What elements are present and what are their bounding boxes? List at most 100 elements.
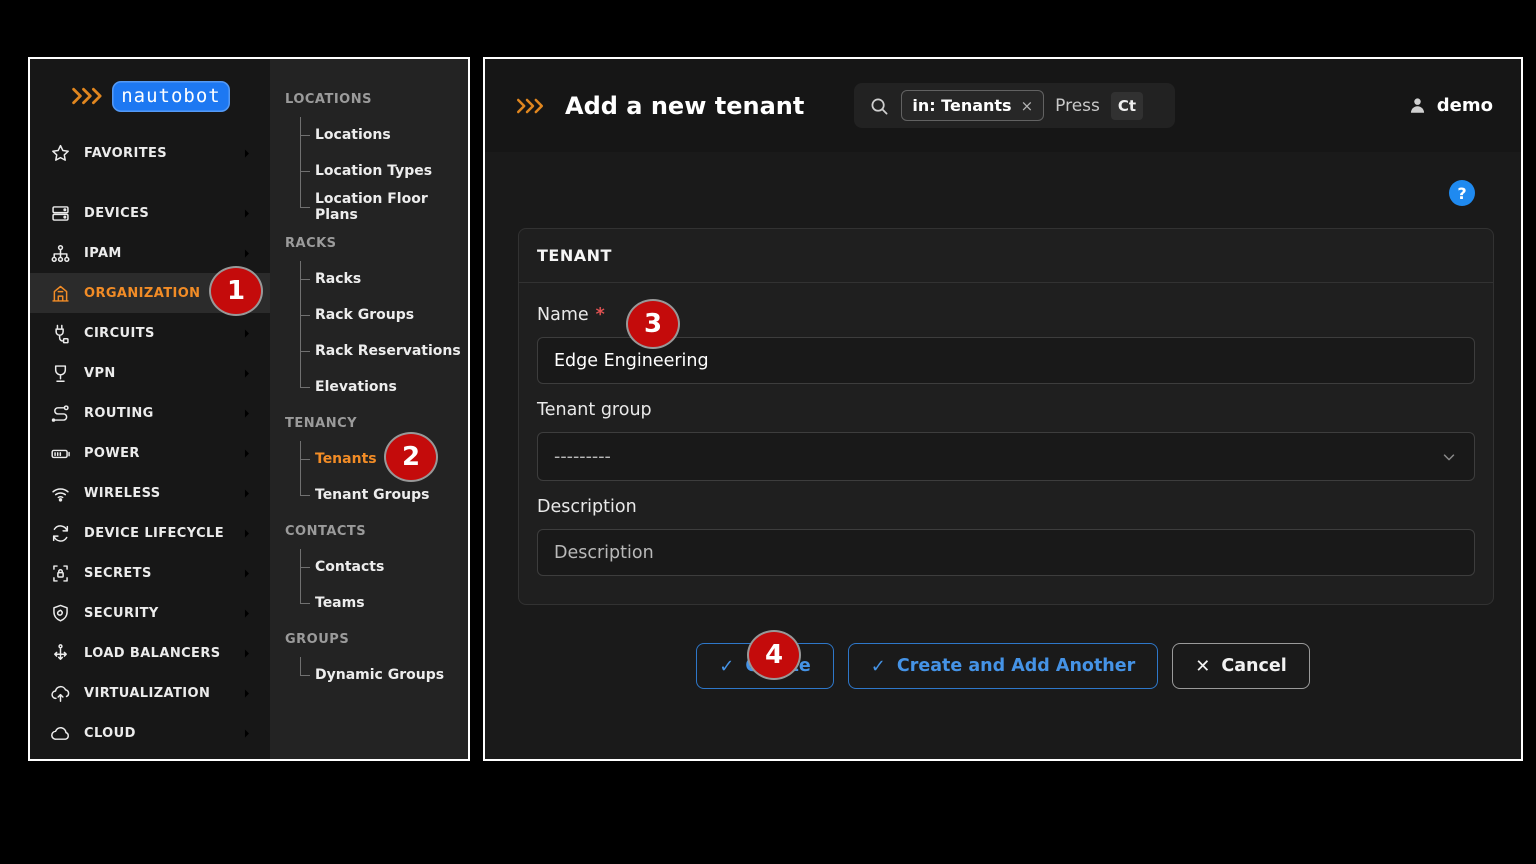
tenant-group-select[interactable]: --------- — [537, 432, 1475, 481]
submenu-section-contacts: CONTACTS — [270, 513, 468, 549]
submenu-section-locations: LOCATIONS — [270, 81, 468, 117]
keyboard-shortcut-badge: Ct — [1111, 92, 1143, 120]
required-asterisk: * — [596, 305, 605, 325]
submenu-item-elevations[interactable]: Elevations — [270, 369, 468, 405]
sidebar-item-circuits[interactable]: CIRCUITS — [30, 313, 270, 353]
organization-submenu: LOCATIONS Locations Location Types Locat… — [270, 59, 468, 759]
annotation-badge-2: 2 — [384, 432, 438, 482]
submenu-item-teams[interactable]: Teams — [270, 585, 468, 621]
chevron-right-icon — [239, 486, 254, 501]
sidebar-item-device-lifecycle[interactable]: DEVICE LIFECYCLE — [30, 513, 270, 553]
chip-label: in: Tenants — [912, 96, 1011, 115]
person-icon — [1407, 95, 1428, 116]
chevron-right-icon — [239, 566, 254, 581]
submenu-item-contacts[interactable]: Contacts — [270, 549, 468, 585]
top-bar: Add a new tenant in: Tenants × Press Ct … — [485, 59, 1521, 152]
chevron-right-icon — [239, 526, 254, 541]
x-icon: ✕ — [1195, 656, 1210, 677]
cloud-upload-icon — [50, 683, 71, 704]
search-filter-chip[interactable]: in: Tenants × — [901, 90, 1044, 121]
sidebar: nautobot FAVORITES DEVICES IPAM ORGANIZA… — [30, 59, 270, 759]
arrows-cross-icon — [50, 643, 71, 664]
check-icon: ✓ — [719, 656, 734, 677]
form-actions: ✓ Create ✓ Create and Add Another ✕ Canc… — [485, 643, 1521, 689]
chevron-right-icon — [239, 406, 254, 421]
annotation-badge-3: 3 — [626, 299, 680, 349]
annotation-badge-4: 4 — [747, 630, 801, 680]
search-icon — [868, 95, 890, 117]
sidebar-item-power[interactable]: POWER — [30, 433, 270, 473]
sidebar-item-routing[interactable]: ROUTING — [30, 393, 270, 433]
sidebar-item-cloud[interactable]: CLOUD — [30, 713, 270, 753]
name-input[interactable] — [537, 337, 1475, 384]
sidebar-item-devices[interactable]: DEVICES — [30, 193, 270, 233]
user-menu[interactable]: demo — [1407, 95, 1493, 116]
chevron-right-icon — [239, 326, 254, 341]
form-page: ? TENANT Name * Tenant group --------- D… — [485, 152, 1521, 759]
sidebar-item-secrets[interactable]: SECRETS — [30, 553, 270, 593]
chevron-right-icon — [239, 606, 254, 621]
form-section-title: TENANT — [519, 229, 1493, 283]
annotation-badge-1: 1 — [209, 266, 263, 316]
vpn-icon — [50, 363, 71, 384]
battery-icon — [50, 443, 71, 464]
wifi-icon — [50, 483, 71, 504]
sidebar-item-security[interactable]: SECURITY — [30, 593, 270, 633]
submenu-item-tenants[interactable]: Tenants — [270, 441, 468, 477]
submenu-section-groups: GROUPS — [270, 621, 468, 657]
star-icon — [50, 143, 71, 164]
network-icon — [50, 243, 71, 264]
refresh-icon — [50, 523, 71, 544]
triple-chevron-icon — [70, 84, 106, 108]
global-search[interactable]: in: Tenants × Press Ct — [854, 83, 1175, 128]
create-and-add-another-button[interactable]: ✓ Create and Add Another — [848, 643, 1159, 689]
help-icon[interactable]: ? — [1449, 180, 1475, 206]
cloud-icon — [50, 723, 71, 744]
username: demo — [1437, 95, 1493, 116]
nautobot-logo[interactable]: nautobot — [30, 59, 270, 133]
description-input[interactable] — [537, 529, 1475, 576]
chevron-down-icon — [1440, 448, 1458, 466]
plug-icon — [50, 323, 71, 344]
triple-chevron-icon — [515, 95, 547, 117]
sidebar-item-wireless[interactable]: WIRELESS — [30, 473, 270, 513]
submenu-item-location-types[interactable]: Location Types — [270, 153, 468, 189]
submenu-item-rack-reservations[interactable]: Rack Reservations — [270, 333, 468, 369]
building-icon — [50, 283, 71, 304]
navigation-panel: nautobot FAVORITES DEVICES IPAM ORGANIZA… — [28, 57, 470, 761]
submenu-item-locations[interactable]: Locations — [270, 117, 468, 153]
page-title: Add a new tenant — [565, 92, 804, 120]
description-label: Description — [537, 497, 1475, 517]
shield-flame-icon — [50, 603, 71, 624]
server-icon — [50, 203, 71, 224]
submenu-item-tenant-groups[interactable]: Tenant Groups — [270, 477, 468, 513]
chevron-right-icon — [239, 446, 254, 461]
submenu-item-dynamic-groups[interactable]: Dynamic Groups — [270, 657, 468, 693]
sidebar-item-load-balancers[interactable]: LOAD BALANCERS — [30, 633, 270, 673]
route-icon — [50, 403, 71, 424]
check-icon: ✓ — [871, 656, 886, 677]
chevron-right-icon — [239, 726, 254, 741]
tenant-group-value: --------- — [554, 447, 611, 467]
sidebar-item-favorites[interactable]: FAVORITES — [30, 133, 270, 173]
search-hint: Press — [1055, 96, 1100, 116]
chevron-right-icon — [239, 246, 254, 261]
nautobot-wordmark: nautobot — [112, 81, 230, 112]
chevron-right-icon — [239, 646, 254, 661]
lock-brackets-icon — [50, 563, 71, 584]
tenant-group-label: Tenant group — [537, 400, 1475, 420]
sidebar-item-virtualization[interactable]: VIRTUALIZATION — [30, 673, 270, 713]
chevron-right-icon — [239, 366, 254, 381]
submenu-item-rack-groups[interactable]: Rack Groups — [270, 297, 468, 333]
cancel-button[interactable]: ✕ Cancel — [1172, 643, 1309, 689]
sidebar-item-vpn[interactable]: VPN — [30, 353, 270, 393]
submenu-item-racks[interactable]: Racks — [270, 261, 468, 297]
submenu-section-racks: RACKS — [270, 225, 468, 261]
chip-close-icon[interactable]: × — [1021, 97, 1034, 115]
main-panel: Add a new tenant in: Tenants × Press Ct … — [483, 57, 1523, 761]
chevron-right-icon — [239, 206, 254, 221]
chevron-right-icon — [239, 146, 254, 161]
tenant-form-card: TENANT Name * Tenant group --------- Des… — [518, 228, 1494, 605]
submenu-section-tenancy: TENANCY — [270, 405, 468, 441]
submenu-item-location-floor-plans[interactable]: Location Floor Plans — [270, 189, 468, 225]
